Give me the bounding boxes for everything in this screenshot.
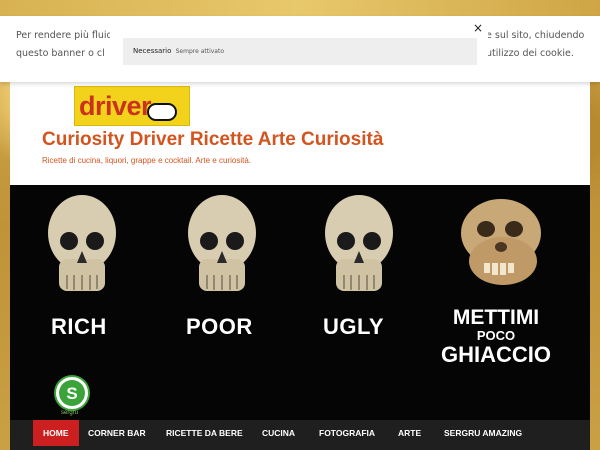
- nav-item-fotografia[interactable]: FOTOGRAFIA: [309, 420, 385, 446]
- main-nav: HOME CORNER BAR RICETTE DA BERE CUCINA F…: [10, 420, 590, 450]
- logo-bubble-icon: [147, 103, 177, 121]
- badge-label: sergru: [61, 410, 79, 416]
- meme-word: POOR: [186, 314, 253, 339]
- top-strip: [0, 0, 600, 16]
- sergru-badge-icon: S: [54, 375, 90, 411]
- nav-item-ricette-da-bere[interactable]: RICETTE DA BERE: [156, 420, 253, 446]
- skull-icon: [188, 195, 256, 291]
- nav-item-home[interactable]: HOME: [33, 420, 79, 446]
- site-description: Ricette di cucina, liquori, grappe e coc…: [42, 156, 251, 165]
- cookie-text-right: e sul sito, chiudendo utilizzo dei cooki…: [486, 30, 585, 59]
- meme-word: RICH: [51, 314, 107, 339]
- meme-caption: METTIMI POCO GHIACCIO: [426, 307, 566, 367]
- site-container: driver Curiosity Driver Ricette Arte Cur…: [10, 82, 590, 450]
- nav-item-sergru-amazing[interactable]: SERGRU AMAZING: [434, 420, 532, 446]
- ape-skull-icon: [461, 199, 541, 285]
- meme-word: UGLY: [323, 314, 385, 339]
- nav-item-cucina[interactable]: CUCINA: [252, 420, 305, 446]
- meme-caption-line: METTIMI: [452, 306, 540, 329]
- cookie-category-label: Necessario Sempre attivato: [133, 47, 224, 55]
- cookie-category-status: Sempre attivato: [175, 48, 225, 55]
- skull-icon: [48, 195, 116, 291]
- hero-image: RICH POOR UGLY METTIMI POCO GHIACCIO S s…: [10, 185, 590, 420]
- nav-item-arte[interactable]: ARTE: [388, 420, 431, 446]
- cookie-category-necessary[interactable]: Necessario Sempre attivato: [123, 38, 477, 65]
- meme-caption-line: GHIACCIO: [441, 342, 551, 367]
- close-icon[interactable]: ×: [473, 22, 483, 34]
- cookie-category-name: Necessario: [133, 47, 172, 55]
- cookie-preferences-panel: Necessario Sempre attivato: [110, 16, 488, 82]
- site-title[interactable]: Curiosity Driver Ricette Arte Curiosità: [42, 129, 383, 151]
- logo-text: driver: [79, 91, 152, 121]
- cookie-banner: Per rendere più fluid questo banner o cl…: [0, 16, 600, 82]
- nav-item-corner-bar[interactable]: CORNER BAR: [78, 420, 156, 446]
- meme-caption-line: POCO: [476, 328, 516, 343]
- badge-letter: S: [66, 384, 77, 403]
- site-logo[interactable]: driver: [74, 86, 190, 126]
- skull-icon: [325, 195, 393, 291]
